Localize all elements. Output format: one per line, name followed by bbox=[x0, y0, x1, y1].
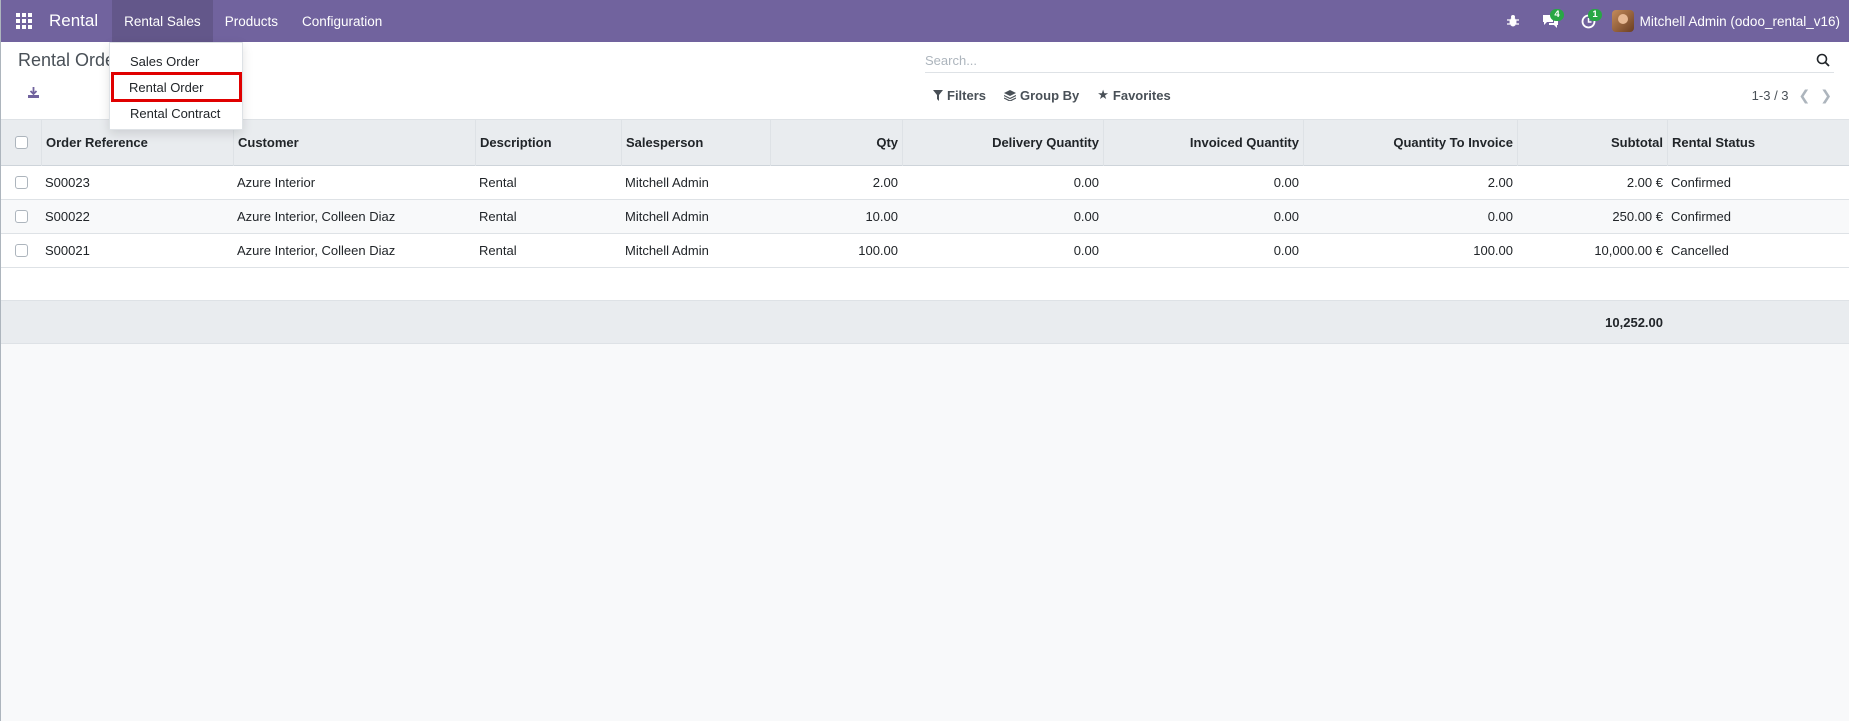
pager-next-icon[interactable]: ❯ bbox=[1820, 87, 1832, 104]
quantity-to-invoice: 100.00 bbox=[1473, 243, 1513, 258]
customer: Azure Interior bbox=[237, 175, 316, 190]
col-salesperson[interactable]: Salesperson bbox=[621, 119, 770, 166]
subtotal: 10,000.00 € bbox=[1594, 243, 1663, 258]
empty-row bbox=[1, 268, 1849, 301]
debug-bug-icon[interactable] bbox=[1494, 0, 1532, 42]
apps-menu-icon[interactable] bbox=[1, 0, 47, 42]
rental-sales-dropdown: Sales Order Rental Order Rental Contract bbox=[109, 42, 243, 130]
quantity-to-invoice: 0.00 bbox=[1487, 209, 1513, 224]
invoiced-quantity: 0.00 bbox=[1273, 243, 1299, 258]
col-invoiced-quantity[interactable]: Invoiced Quantity bbox=[1103, 119, 1303, 166]
description: Rental bbox=[479, 243, 517, 258]
layers-icon bbox=[1004, 89, 1017, 101]
avatar bbox=[1611, 10, 1634, 32]
table-row[interactable]: S00023 Azure Interior Rental Mitchell Ad… bbox=[1, 166, 1849, 200]
salesperson: Mitchell Admin bbox=[625, 209, 709, 224]
description: Rental bbox=[479, 175, 517, 190]
group-by-button[interactable]: Group By bbox=[1004, 87, 1079, 103]
pager-value[interactable]: 1-3 / 3 bbox=[1752, 88, 1789, 103]
group-by-label: Group By bbox=[1020, 87, 1080, 103]
table-footer: 10,252.00 bbox=[1, 301, 1849, 344]
row-checkbox[interactable] bbox=[14, 244, 28, 257]
search-icon[interactable] bbox=[1816, 53, 1830, 67]
subtotal: 250.00 € bbox=[1612, 209, 1663, 224]
description: Rental bbox=[479, 209, 517, 224]
table-row[interactable]: S00021 Azure Interior, Colleen Diaz Rent… bbox=[1, 234, 1849, 268]
rental-status: Cancelled bbox=[1671, 243, 1729, 258]
order-reference: S00023 bbox=[45, 175, 90, 190]
col-description[interactable]: Description bbox=[475, 119, 621, 166]
customer: Azure Interior, Colleen Diaz bbox=[237, 243, 396, 258]
messages-badge: 4 bbox=[1550, 9, 1564, 21]
search-input[interactable] bbox=[925, 49, 1805, 71]
table-row[interactable]: S00022 Azure Interior, Colleen Diaz Rent… bbox=[1, 200, 1849, 234]
delivery-quantity: 0.00 bbox=[1073, 243, 1099, 258]
row-checkbox[interactable] bbox=[14, 210, 28, 223]
messages-icon[interactable]: 4 bbox=[1532, 0, 1570, 42]
subtotal: 2.00 € bbox=[1626, 175, 1663, 190]
col-subtotal[interactable]: Subtotal bbox=[1517, 119, 1667, 166]
order-reference: S00022 bbox=[45, 209, 90, 224]
filters-button[interactable]: Filters bbox=[933, 87, 986, 103]
menu-products[interactable]: Products bbox=[213, 0, 290, 42]
quantity-to-invoice: 2.00 bbox=[1487, 175, 1513, 190]
rental-orders-table: Order Reference Customer Description Sal… bbox=[1, 119, 1849, 344]
top-navbar: Rental Rental Sales Products Configurati… bbox=[1, 0, 1849, 42]
activities-clock-icon[interactable]: 1 bbox=[1570, 0, 1608, 42]
row-checkbox[interactable] bbox=[14, 176, 28, 189]
menu-item-rental-order[interactable]: Rental Order bbox=[111, 72, 242, 102]
user-menu[interactable]: Mitchell Admin (odoo_rental_v16) bbox=[1608, 10, 1849, 32]
user-name: Mitchell Admin (odoo_rental_v16) bbox=[1639, 13, 1840, 29]
order-reference: S00021 bbox=[45, 243, 90, 258]
favorites-button[interactable]: ★ Favorites bbox=[1097, 87, 1170, 103]
qty: 100.00 bbox=[858, 243, 898, 258]
search-box bbox=[925, 49, 1834, 73]
menu-configuration[interactable]: Configuration bbox=[290, 0, 394, 42]
download-icon[interactable] bbox=[27, 86, 41, 100]
invoiced-quantity: 0.00 bbox=[1273, 175, 1299, 190]
pager: 1-3 / 3 ❮ ❯ bbox=[1752, 87, 1832, 104]
rental-status: Confirmed bbox=[1671, 209, 1731, 224]
app-brand[interactable]: Rental bbox=[47, 11, 100, 31]
star-icon: ★ bbox=[1097, 87, 1109, 102]
subtotal-total: 10,252.00 bbox=[1605, 314, 1663, 330]
qty: 2.00 bbox=[872, 175, 898, 190]
col-customer[interactable]: Customer bbox=[233, 119, 475, 166]
col-quantity-to-invoice[interactable]: Quantity To Invoice bbox=[1303, 119, 1517, 166]
pager-prev-icon[interactable]: ❮ bbox=[1799, 87, 1811, 104]
filter-icon bbox=[933, 89, 943, 101]
menu-item-rental-contract[interactable]: Rental Contract bbox=[110, 101, 242, 125]
table-header: Order Reference Customer Description Sal… bbox=[1, 119, 1849, 166]
delivery-quantity: 0.00 bbox=[1073, 175, 1099, 190]
col-rental-status[interactable]: Rental Status bbox=[1667, 119, 1849, 166]
rental-status: Confirmed bbox=[1671, 175, 1731, 190]
menu-rental-sales[interactable]: Rental Sales bbox=[112, 0, 213, 42]
delivery-quantity: 0.00 bbox=[1073, 209, 1099, 224]
qty: 10.00 bbox=[865, 209, 898, 224]
favorites-label: Favorites bbox=[1112, 87, 1171, 103]
invoiced-quantity: 0.00 bbox=[1273, 209, 1299, 224]
menu-item-sales-order[interactable]: Sales Order bbox=[110, 49, 242, 73]
col-delivery-quantity[interactable]: Delivery Quantity bbox=[902, 119, 1103, 166]
col-qty[interactable]: Qty bbox=[770, 119, 902, 166]
activities-badge: 1 bbox=[1588, 9, 1602, 21]
select-all-checkbox[interactable] bbox=[14, 136, 28, 149]
salesperson: Mitchell Admin bbox=[625, 243, 709, 258]
salesperson: Mitchell Admin bbox=[625, 175, 709, 190]
customer: Azure Interior, Colleen Diaz bbox=[237, 209, 396, 224]
filters-label: Filters bbox=[947, 87, 987, 103]
control-panel: Rental Orders Filters Group By ★ Favorit… bbox=[1, 42, 1849, 120]
